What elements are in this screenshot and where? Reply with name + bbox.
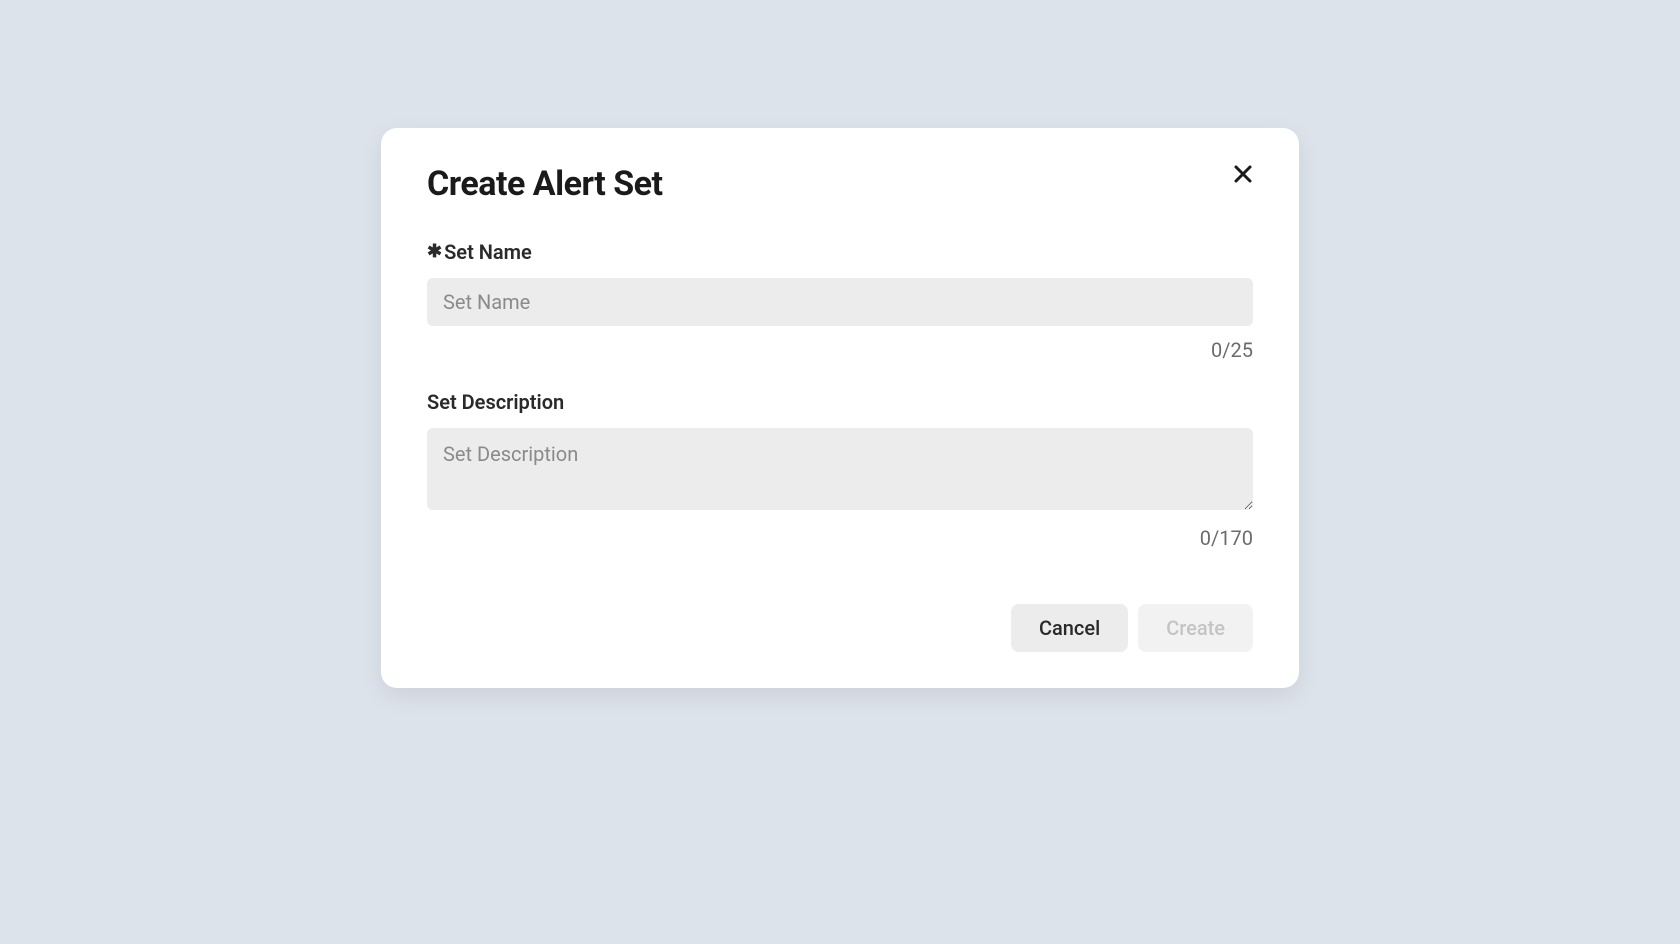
set-description-label-text: Set Description xyxy=(427,390,564,414)
set-name-label: ✱ Set Name xyxy=(427,240,1253,264)
create-button[interactable]: Create xyxy=(1138,604,1253,652)
modal-title: Create Alert Set xyxy=(427,164,663,204)
set-name-label-text: Set Name xyxy=(444,240,532,264)
set-description-label: Set Description xyxy=(427,390,1253,414)
set-name-counter: 0/25 xyxy=(427,338,1253,362)
set-description-input[interactable] xyxy=(427,428,1253,510)
close-icon xyxy=(1231,162,1255,186)
set-name-group: ✱ Set Name 0/25 xyxy=(427,240,1253,362)
set-description-counter: 0/170 xyxy=(427,526,1253,550)
cancel-button[interactable]: Cancel xyxy=(1011,604,1128,652)
modal-footer: Cancel Create xyxy=(427,604,1253,652)
set-name-input[interactable] xyxy=(427,278,1253,326)
required-asterisk-icon: ✱ xyxy=(427,243,442,261)
close-button[interactable] xyxy=(1227,158,1259,190)
modal-header: Create Alert Set xyxy=(427,164,1253,204)
set-description-group: Set Description 0/170 xyxy=(427,390,1253,550)
create-alert-set-modal: Create Alert Set ✱ Set Name 0/25 Set Des… xyxy=(381,128,1299,688)
